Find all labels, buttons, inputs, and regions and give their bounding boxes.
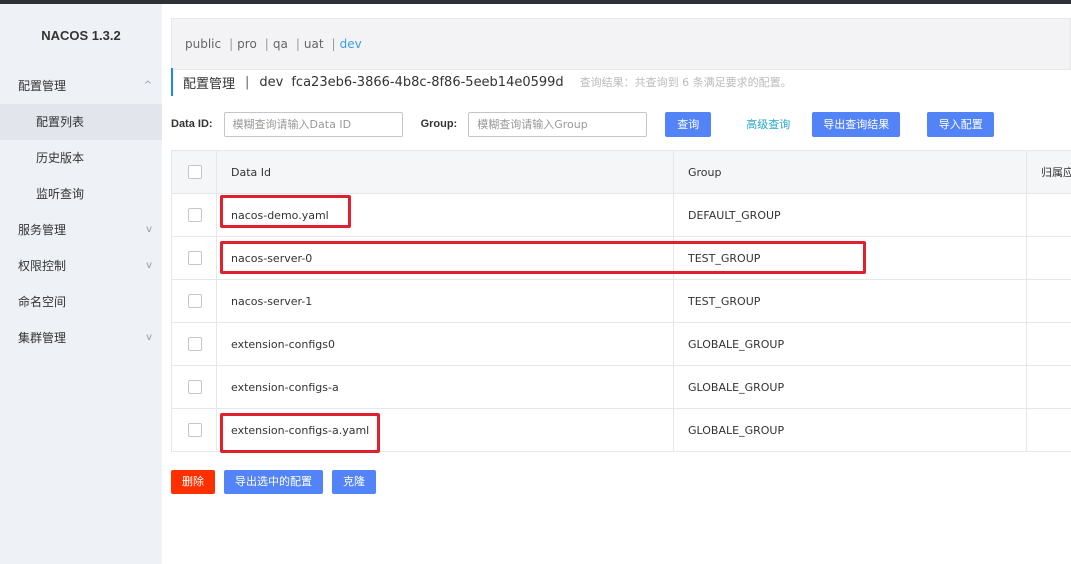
namespace-id: fca23eb6-3866-4b8c-8f86-5eeb14e0599d xyxy=(291,74,564,90)
query-button[interactable]: 查询 xyxy=(665,111,712,137)
group-search-input[interactable]: 模糊查询请输入Group xyxy=(468,111,648,137)
row-checkbox[interactable] xyxy=(188,423,202,437)
sidebar-item-label: 命名空间 xyxy=(18,295,67,309)
table-header-row: Data Id Group 归属应 xyxy=(171,151,1071,194)
highlight-box-row-1 xyxy=(220,195,351,228)
sidebar-item-label: 配置列表 xyxy=(36,115,85,129)
highlight-box-row-2 xyxy=(220,241,866,274)
group-label: Group: xyxy=(420,118,458,130)
sidebar-item-label: 集群管理 xyxy=(18,331,67,345)
row-select-cell xyxy=(171,237,217,280)
row-checkbox[interactable] xyxy=(188,251,202,265)
delete-button[interactable]: 删除 xyxy=(171,470,215,494)
page-title: 配置管理 | dev fca23eb6-3866-4b8c-8f86-5eeb1… xyxy=(171,68,792,96)
sidebar-item-config-management[interactable]: 配置管理 ^ xyxy=(0,68,162,104)
namespace-tab-uat[interactable]: uat xyxy=(304,24,324,64)
export-results-button[interactable]: 导出查询结果 xyxy=(812,111,901,137)
row-checkbox[interactable] xyxy=(188,380,202,394)
namespace-tab-dev[interactable]: dev xyxy=(340,24,362,64)
app-cell xyxy=(1027,323,1071,366)
namespace-name: dev xyxy=(259,74,284,90)
sidebar-item-access-control[interactable]: 权限控制 v xyxy=(0,248,162,284)
sidebar-item-label: 监听查询 xyxy=(36,187,85,201)
table-row[interactable]: extension-configs0 GLOBALE_GROUP xyxy=(171,323,1071,366)
query-result-text: 查询结果：共查询到 6 条满足要求的配置。 xyxy=(579,76,792,89)
namespace-tab-pro[interactable]: pro xyxy=(237,24,257,64)
namespace-tab-qa[interactable]: qa xyxy=(273,24,288,64)
sidebar-item-label: 配置管理 xyxy=(18,79,67,93)
app-cell xyxy=(1027,280,1071,323)
column-header-group: Group xyxy=(674,151,1027,194)
table-row[interactable]: extension-configs-a GLOBALE_GROUP xyxy=(171,366,1071,409)
sidebar-item-label: 服务管理 xyxy=(18,223,67,237)
namespace-divider: | xyxy=(331,37,336,51)
sidebar-item-label: 历史版本 xyxy=(36,151,85,165)
row-select-cell xyxy=(171,280,217,323)
app-cell xyxy=(1027,366,1071,409)
data-id-cell: extension-configs0 xyxy=(217,323,674,366)
data-id-cell: nacos-server-1 xyxy=(217,280,674,323)
group-cell: TEST_GROUP xyxy=(674,280,1027,323)
column-header-app: 归属应 xyxy=(1041,166,1071,179)
group-cell: GLOBALE_GROUP xyxy=(674,409,1027,452)
sidebar-item-history[interactable]: 历史版本 xyxy=(0,140,162,176)
select-all-cell xyxy=(171,151,217,194)
advanced-query-link[interactable]: 高级查询 xyxy=(746,116,790,132)
row-checkbox[interactable] xyxy=(188,337,202,351)
import-config-button[interactable]: 导入配置 xyxy=(927,111,995,137)
search-bar: Data ID: 模糊查询请输入Data ID Group: 模糊查询请输入Gr… xyxy=(171,111,1071,137)
main-content: public | pro | qa | uat | dev 配置管理 | dev… xyxy=(171,4,1071,564)
row-checkbox[interactable] xyxy=(188,294,202,308)
export-selected-button[interactable]: 导出选中的配置 xyxy=(224,470,323,494)
app-cell xyxy=(1027,194,1071,237)
sidebar-item-service-management[interactable]: 服务管理 v xyxy=(0,212,162,248)
data-id-label: Data ID: xyxy=(171,118,213,130)
sidebar-item-cluster-management[interactable]: 集群管理 v xyxy=(0,320,162,356)
column-header-data-id: Data Id xyxy=(217,151,674,194)
row-checkbox[interactable] xyxy=(188,208,202,222)
group-cell: GLOBALE_GROUP xyxy=(674,323,1027,366)
namespace-bar: public | pro | qa | uat | dev xyxy=(171,18,1071,70)
row-select-cell xyxy=(171,194,217,237)
app-logo: NACOS 1.3.2 xyxy=(41,28,121,43)
namespace-tab-public[interactable]: public xyxy=(185,24,221,64)
namespace-divider: | xyxy=(229,37,234,51)
chevron-up-icon: ^ xyxy=(143,80,152,91)
app-cell xyxy=(1027,237,1071,280)
highlight-box-row-6 xyxy=(220,413,380,453)
sidebar-item-label: 权限控制 xyxy=(18,259,67,273)
bulk-actions: 删除 导出选中的配置 克隆 xyxy=(171,470,385,494)
sidebar-item-listener-query[interactable]: 监听查询 xyxy=(0,176,162,212)
table-row[interactable]: nacos-server-1 TEST_GROUP xyxy=(171,280,1071,323)
namespace-divider: | xyxy=(295,37,300,51)
clone-button[interactable]: 克隆 xyxy=(332,470,376,494)
chevron-down-icon: v xyxy=(146,260,152,271)
app-cell xyxy=(1027,409,1071,452)
row-select-cell xyxy=(171,323,217,366)
group-cell: DEFAULT_GROUP xyxy=(674,194,1027,237)
namespace-divider: | xyxy=(264,37,269,51)
chevron-down-icon: v xyxy=(146,224,152,235)
title-divider: | xyxy=(245,74,250,90)
sidebar: NACOS 1.3.2 配置管理 ^ 配置列表 历史版本 监听查询 服务管理 v… xyxy=(0,4,162,564)
chevron-down-icon: v xyxy=(146,332,152,343)
select-all-checkbox[interactable] xyxy=(188,165,202,179)
page-title-section: 配置管理 xyxy=(183,76,236,92)
sidebar-item-namespace[interactable]: 命名空间 xyxy=(0,284,162,320)
row-select-cell xyxy=(171,409,217,452)
group-cell: GLOBALE_GROUP xyxy=(674,366,1027,409)
sidebar-item-config-list[interactable]: 配置列表 xyxy=(0,104,162,140)
data-id-search-input[interactable]: 模糊查询请输入Data ID xyxy=(223,111,403,137)
row-select-cell xyxy=(171,366,217,409)
data-id-cell: extension-configs-a xyxy=(217,366,674,409)
